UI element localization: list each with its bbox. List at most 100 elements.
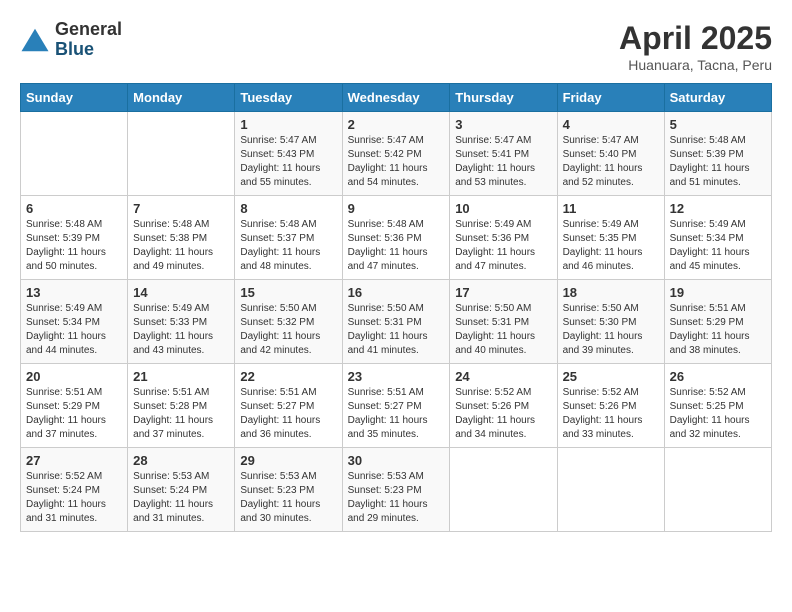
day-info: Sunrise: 5:52 AMSunset: 5:26 PMDaylight:… [455, 386, 551, 442]
day-info: Sunrise: 5:49 AMSunset: 5:33 PMDaylight:… [133, 302, 229, 358]
day-cell: 18 Sunrise: 5:50 AMSunset: 5:30 PMDayligh… [557, 280, 664, 364]
day-info: Sunrise: 5:51 AMSunset: 5:29 PMDaylight:… [26, 386, 122, 442]
logo-icon [20, 25, 50, 55]
day-info: Sunrise: 5:49 AMSunset: 5:34 PMDaylight:… [670, 218, 766, 274]
day-info: Sunrise: 5:49 AMSunset: 5:36 PMDaylight:… [455, 218, 551, 274]
logo: General Blue [20, 20, 122, 60]
weekday-header-wednesday: Wednesday [342, 84, 450, 112]
day-info: Sunrise: 5:50 AMSunset: 5:30 PMDaylight:… [563, 302, 659, 358]
day-number: 8 [240, 201, 336, 216]
day-cell: 17Sunrise: 5:50 AMSunset: 5:31 PMDayligh… [450, 280, 557, 364]
day-info: Sunrise: 5:52 AMSunset: 5:24 PMDaylight:… [26, 470, 122, 526]
day-number: 6 [26, 201, 122, 216]
day-number: 23 [348, 369, 445, 384]
day-number: 10 [455, 201, 551, 216]
day-number: 20 [26, 369, 122, 384]
day-number: 26 [670, 369, 766, 384]
day-cell: 25Sunrise: 5:52 AMSunset: 5:26 PMDayligh… [557, 364, 664, 448]
day-info: Sunrise: 5:52 AMSunset: 5:25 PMDaylight:… [670, 386, 766, 442]
day-number: 28 [133, 453, 229, 468]
day-info: Sunrise: 5:52 AMSunset: 5:26 PMDaylight:… [563, 386, 659, 442]
day-cell: 27 Sunrise: 5:52 AMSunset: 5:24 PMDayligh… [21, 448, 128, 532]
day-info: Sunrise: 5:51 AMSunset: 5:27 PMDaylight:… [348, 386, 445, 442]
weekday-header-friday: Friday [557, 84, 664, 112]
day-info: Sunrise: 5:47 AMSunset: 5:40 PMDaylight:… [563, 134, 659, 190]
logo-text: General Blue [55, 20, 122, 60]
day-cell: 20 Sunrise: 5:51 AMSunset: 5:29 PMDayligh… [21, 364, 128, 448]
logo-blue: Blue [55, 40, 122, 60]
weekday-header-monday: Monday [128, 84, 235, 112]
day-number: 4 [563, 117, 659, 132]
day-number: 22 [240, 369, 336, 384]
day-cell: 24Sunrise: 5:52 AMSunset: 5:26 PMDayligh… [450, 364, 557, 448]
day-cell [128, 112, 235, 196]
day-number: 2 [348, 117, 445, 132]
day-number: 27 [26, 453, 122, 468]
week-row-2: 6 Sunrise: 5:48 AMSunset: 5:39 PMDaylight… [21, 196, 772, 280]
day-info: Sunrise: 5:47 AMSunset: 5:42 PMDaylight:… [348, 134, 445, 190]
weekday-row: SundayMondayTuesdayWednesdayThursdayFrid… [21, 84, 772, 112]
calendar-header: SundayMondayTuesdayWednesdayThursdayFrid… [21, 84, 772, 112]
day-info: Sunrise: 5:51 AMSunset: 5:27 PMDaylight:… [240, 386, 336, 442]
day-info: Sunrise: 5:49 AMSunset: 5:34 PMDaylight:… [26, 302, 122, 358]
day-cell: 29 Sunrise: 5:53 AMSunset: 5:23 PMDayligh… [235, 448, 342, 532]
month-title: April 2025 [619, 20, 772, 57]
day-cell: 22 Sunrise: 5:51 AMSunset: 5:27 PMDayligh… [235, 364, 342, 448]
day-cell: 4 Sunrise: 5:47 AMSunset: 5:40 PMDaylight… [557, 112, 664, 196]
day-cell: 19Sunrise: 5:51 AMSunset: 5:29 PMDayligh… [664, 280, 771, 364]
day-cell: 21Sunrise: 5:51 AMSunset: 5:28 PMDayligh… [128, 364, 235, 448]
weekday-header-saturday: Saturday [664, 84, 771, 112]
day-info: Sunrise: 5:48 AMSunset: 5:37 PMDaylight:… [240, 218, 336, 274]
day-cell: 14 Sunrise: 5:49 AMSunset: 5:33 PMDayligh… [128, 280, 235, 364]
day-number: 7 [133, 201, 229, 216]
header: General Blue April 2025 Huanuara, Tacna,… [20, 20, 772, 73]
day-number: 30 [348, 453, 445, 468]
day-info: Sunrise: 5:53 AMSunset: 5:24 PMDaylight:… [133, 470, 229, 526]
day-cell: 23 Sunrise: 5:51 AMSunset: 5:27 PMDayligh… [342, 364, 450, 448]
day-number: 5 [670, 117, 766, 132]
day-info: Sunrise: 5:48 AMSunset: 5:39 PMDaylight:… [26, 218, 122, 274]
day-number: 16 [348, 285, 445, 300]
day-cell: 11Sunrise: 5:49 AMSunset: 5:35 PMDayligh… [557, 196, 664, 280]
day-number: 1 [240, 117, 336, 132]
day-cell: 26 Sunrise: 5:52 AMSunset: 5:25 PMDayligh… [664, 364, 771, 448]
location-subtitle: Huanuara, Tacna, Peru [619, 57, 772, 73]
weekday-header-thursday: Thursday [450, 84, 557, 112]
day-info: Sunrise: 5:53 AMSunset: 5:23 PMDaylight:… [240, 470, 336, 526]
day-cell: 2 Sunrise: 5:47 AMSunset: 5:42 PMDaylight… [342, 112, 450, 196]
day-info: Sunrise: 5:50 AMSunset: 5:31 PMDaylight:… [348, 302, 445, 358]
day-number: 12 [670, 201, 766, 216]
week-row-5: 27 Sunrise: 5:52 AMSunset: 5:24 PMDayligh… [21, 448, 772, 532]
calendar-body: 1 Sunrise: 5:47 AMSunset: 5:43 PMDaylight… [21, 112, 772, 532]
calendar: SundayMondayTuesdayWednesdayThursdayFrid… [20, 83, 772, 532]
week-row-1: 1 Sunrise: 5:47 AMSunset: 5:43 PMDaylight… [21, 112, 772, 196]
day-number: 29 [240, 453, 336, 468]
week-row-3: 13Sunrise: 5:49 AMSunset: 5:34 PMDayligh… [21, 280, 772, 364]
day-number: 21 [133, 369, 229, 384]
day-cell: 15 Sunrise: 5:50 AMSunset: 5:32 PMDayligh… [235, 280, 342, 364]
day-cell: 28 Sunrise: 5:53 AMSunset: 5:24 PMDayligh… [128, 448, 235, 532]
day-info: Sunrise: 5:53 AMSunset: 5:23 PMDaylight:… [348, 470, 445, 526]
day-cell: 13Sunrise: 5:49 AMSunset: 5:34 PMDayligh… [21, 280, 128, 364]
day-cell: 9Sunrise: 5:48 AMSunset: 5:36 PMDaylight… [342, 196, 450, 280]
day-number: 14 [133, 285, 229, 300]
day-info: Sunrise: 5:47 AMSunset: 5:41 PMDaylight:… [455, 134, 551, 190]
day-info: Sunrise: 5:50 AMSunset: 5:32 PMDaylight:… [240, 302, 336, 358]
day-cell [557, 448, 664, 532]
day-info: Sunrise: 5:50 AMSunset: 5:31 PMDaylight:… [455, 302, 551, 358]
day-number: 19 [670, 285, 766, 300]
weekday-header-sunday: Sunday [21, 84, 128, 112]
day-number: 15 [240, 285, 336, 300]
title-area: April 2025 Huanuara, Tacna, Peru [619, 20, 772, 73]
weekday-header-tuesday: Tuesday [235, 84, 342, 112]
day-number: 18 [563, 285, 659, 300]
day-cell: 8 Sunrise: 5:48 AMSunset: 5:37 PMDaylight… [235, 196, 342, 280]
day-cell: 1 Sunrise: 5:47 AMSunset: 5:43 PMDaylight… [235, 112, 342, 196]
day-cell: 16 Sunrise: 5:50 AMSunset: 5:31 PMDayligh… [342, 280, 450, 364]
day-info: Sunrise: 5:47 AMSunset: 5:43 PMDaylight:… [240, 134, 336, 190]
day-info: Sunrise: 5:48 AMSunset: 5:38 PMDaylight:… [133, 218, 229, 274]
day-cell: 6 Sunrise: 5:48 AMSunset: 5:39 PMDaylight… [21, 196, 128, 280]
day-number: 11 [563, 201, 659, 216]
day-cell: 10 Sunrise: 5:49 AMSunset: 5:36 PMDayligh… [450, 196, 557, 280]
day-cell: 5Sunrise: 5:48 AMSunset: 5:39 PMDaylight… [664, 112, 771, 196]
